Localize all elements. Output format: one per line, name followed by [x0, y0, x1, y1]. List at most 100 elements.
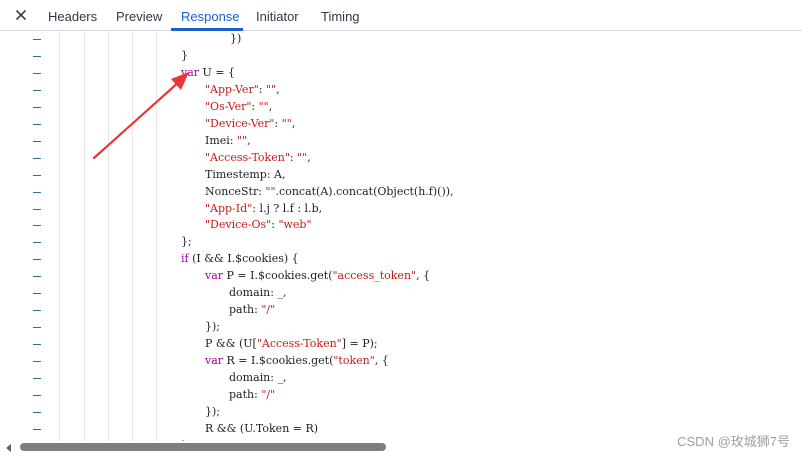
devtools-tab-bar: Headers Preview Response Initiator Timin… [0, 0, 802, 31]
line-gutter-marker [33, 293, 41, 295]
code-string: "access_token" [332, 269, 417, 283]
code-string: "Access-Token" [205, 150, 290, 164]
code-text: , { [416, 269, 431, 283]
code-line: path: "/" [229, 386, 275, 403]
code-string: "/" [261, 387, 276, 401]
response-code-view[interactable]: })} var U = {"App-Ver": "", "Os-Ver": "", "… [0, 31, 802, 441]
code-text: , [276, 82, 280, 96]
code-line: "Device-Ver": "", [205, 115, 295, 132]
code-line: path: "/" [229, 301, 275, 318]
code-string: "App-Ver" [205, 82, 259, 96]
code-text: Imei: [205, 133, 238, 147]
line-gutter-marker [33, 39, 41, 40]
code-keyword: if [181, 252, 189, 266]
line-gutter-marker [33, 140, 41, 142]
code-line: }); [205, 403, 220, 420]
tab-response[interactable]: Response [181, 0, 240, 31]
code-line: }; [181, 233, 192, 250]
code-line: domain: _, [229, 369, 286, 386]
code-line: } [181, 47, 188, 64]
indent-guide [108, 31, 109, 441]
line-gutter-marker [33, 344, 41, 346]
indent-guide [84, 31, 85, 441]
code-string: "web" [278, 218, 312, 232]
code-string: "" [297, 150, 308, 164]
line-gutter-marker [33, 157, 41, 159]
code-line: NonceStr: "".concat(A).concat(Object(h.f… [205, 183, 454, 200]
code-string: "Device-Ver" [205, 116, 275, 130]
code-text: , [291, 116, 296, 130]
code-string: "App-Id" [205, 201, 253, 215]
line-gutter-marker [33, 276, 41, 278]
code-line: P && (U["Access-Token"] = P); [205, 335, 378, 352]
line-gutter-marker [33, 89, 41, 91]
line-gutter-marker [33, 361, 41, 363]
line-gutter-marker [33, 225, 41, 227]
line-gutter-marker [33, 310, 41, 312]
code-text: .concat(A).concat(Object(h.f)()), [275, 184, 454, 198]
code-text: }) [230, 32, 242, 45]
line-gutter-marker [33, 378, 41, 379]
code-keyword: var [181, 65, 200, 79]
code-text: P = I.$cookies.get( [223, 269, 333, 283]
code-line: "Os-Ver": "", [205, 98, 272, 115]
indent-guide [156, 31, 157, 441]
code-text: : [289, 150, 298, 164]
close-icon[interactable] [11, 5, 31, 25]
code-text: }); [205, 404, 220, 418]
line-gutter-marker [33, 72, 41, 74]
code-text: : [274, 116, 282, 130]
code-line: "App-Ver": "", [205, 81, 280, 98]
line-gutter-marker [33, 411, 41, 413]
line-gutter-marker [33, 394, 41, 396]
tab-initiator[interactable]: Initiator [256, 0, 299, 31]
line-gutter-marker [33, 259, 41, 261]
line-gutter-marker [33, 174, 41, 176]
code-string: "Device-Os" [205, 218, 272, 232]
line-gutter-marker [33, 242, 41, 244]
code-keyword: var [205, 269, 224, 283]
code-keyword: var [205, 354, 224, 368]
code-text: }; [181, 235, 192, 249]
indent-guide [132, 31, 133, 441]
scrollbar-thumb[interactable] [20, 443, 386, 451]
code-line: Timestemp: A, [205, 166, 286, 183]
code-text: ] = P); [341, 337, 378, 351]
code-text: } [181, 48, 188, 62]
code-string: "token" [333, 354, 375, 368]
code-line: domain: _, [229, 284, 286, 301]
code-line: }) [230, 31, 241, 47]
tab-preview[interactable]: Preview [116, 0, 162, 31]
watermark-text: CSDN @玫城狮7号 [677, 434, 790, 449]
line-gutter-marker [33, 191, 41, 193]
code-text: domain: _, [229, 371, 287, 384]
code-text: R = I.$cookies.get( [223, 354, 334, 368]
code-text: (I && I.$cookies) { [188, 252, 299, 266]
code-line: var R = I.$cookies.get("token", { [205, 352, 389, 369]
line-gutter-marker [33, 208, 41, 210]
code-string: "Access-Token" [256, 337, 342, 351]
code-text: Timestemp: A, [205, 167, 286, 181]
code-text: : l.j ? l.f : l.b, [252, 201, 323, 215]
chevron-left-icon[interactable] [6, 444, 11, 452]
code-line: "App-Id": l.j ? l.f : l.b, [205, 200, 322, 217]
code-line: "Access-Token": "", [205, 149, 311, 166]
code-string: "" [265, 82, 277, 96]
tab-timing[interactable]: Timing [321, 0, 360, 31]
code-string: "Os-Ver" [205, 99, 252, 113]
code-text: , [268, 99, 273, 113]
code-text: , [247, 133, 251, 147]
code-text: , { [374, 354, 389, 368]
code-text: path: [229, 303, 262, 317]
code-text: NonceStr: [205, 184, 266, 198]
line-gutter-marker [33, 428, 41, 430]
code-text: R && (U.Token = R) [205, 421, 319, 435]
code-text: path: [229, 387, 262, 401]
line-gutter-marker [33, 55, 41, 57]
code-line: var U = { [181, 64, 235, 81]
tab-headers[interactable]: Headers [48, 0, 97, 31]
code-line: Imei: "", [205, 132, 251, 149]
code-text: }); [205, 320, 220, 334]
code-string: "" [258, 99, 269, 113]
code-string: "" [281, 116, 292, 130]
